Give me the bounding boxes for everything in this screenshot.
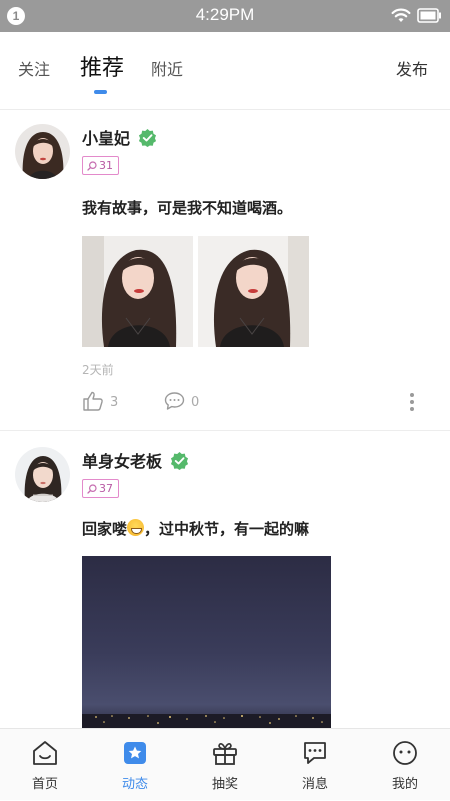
- star-square-icon: [124, 742, 146, 764]
- chat-bubble-icon: [304, 742, 326, 764]
- wifi-icon: [391, 8, 411, 22]
- profile-face-icon: [393, 741, 417, 765]
- home-icon: [33, 741, 57, 765]
- badge-value: 31: [99, 159, 113, 172]
- gift-icon: [213, 743, 237, 765]
- thumbs-up-icon[interactable]: [82, 390, 104, 412]
- feed-list[interactable]: 小皇妃 31 我有故事，可是我不知道喝酒。 2天前 3 0 单身女老板 37 回…: [0, 110, 450, 728]
- avatar[interactable]: [15, 124, 70, 179]
- status-time: 4:29PM: [195, 5, 255, 24]
- tab-label: 动态: [121, 777, 148, 792]
- feed-post[interactable]: 小皇妃 31 我有故事，可是我不知道喝酒。 2天前 3 0: [0, 110, 450, 431]
- status-bar: 1 4:29PM: [0, 0, 450, 32]
- tab-label: 消息: [301, 777, 328, 792]
- active-tab-indicator: [94, 90, 107, 94]
- tab-follow[interactable]: 关注: [18, 56, 50, 80]
- post-text: 回家喽 ，过中秋节，有一起的嘛: [82, 518, 309, 539]
- tab-nearby[interactable]: 附近: [151, 56, 183, 80]
- verified-icon: [170, 451, 189, 470]
- comment-icon[interactable]: [164, 391, 185, 411]
- level-badge: 37: [82, 479, 119, 498]
- verified-icon: [138, 128, 157, 147]
- tab-home[interactable]: 首页: [0, 729, 90, 801]
- level-badge: 31: [82, 156, 119, 175]
- tab-label: 首页: [31, 777, 58, 792]
- tab-feed[interactable]: 动态: [90, 729, 180, 801]
- feed-post[interactable]: 单身女老板 37 回家喽 ，过中秋节，有一起的嘛: [0, 431, 450, 728]
- search-icon: [87, 483, 97, 494]
- post-actions: 3 0: [82, 390, 422, 414]
- tab-profile[interactable]: 我的: [360, 729, 450, 801]
- more-vertical-icon[interactable]: [409, 392, 415, 412]
- photo-grid: [82, 236, 309, 347]
- search-icon: [87, 160, 97, 171]
- like-count: 3: [110, 395, 119, 410]
- tab-messages[interactable]: 消息: [270, 729, 360, 801]
- tab-label: 抽奖: [211, 777, 238, 792]
- bottom-tab-bar: 首页 动态 抽奖 消息 我的: [0, 728, 450, 800]
- battery-icon: [417, 8, 441, 23]
- publish-button[interactable]: 发布: [396, 56, 428, 80]
- post-text: 我有故事，可是我不知道喝酒。: [82, 199, 293, 217]
- comment-count: 0: [191, 395, 200, 410]
- post-photo[interactable]: [198, 236, 309, 347]
- username[interactable]: 单身女老板: [82, 448, 162, 472]
- author-row: 小皇妃: [82, 125, 157, 149]
- post-text-part: 回家喽: [82, 520, 128, 538]
- top-navigation: 关注 推荐 附近 发布: [0, 32, 450, 110]
- avatar[interactable]: [15, 447, 70, 502]
- post-text-part: ，过中秋节，有一起的嘛: [144, 520, 310, 538]
- tab-label: 我的: [391, 777, 418, 792]
- author-row: 单身女老板: [82, 448, 189, 472]
- post-photo[interactable]: [82, 556, 331, 728]
- tab-recommend[interactable]: 推荐: [80, 50, 124, 82]
- post-timestamp: 2天前: [82, 363, 114, 377]
- username[interactable]: 小皇妃: [82, 125, 130, 149]
- badge-value: 37: [99, 482, 113, 495]
- grinning-emoji-icon: [127, 519, 145, 536]
- post-photo[interactable]: [82, 236, 193, 347]
- tab-lottery[interactable]: 抽奖: [180, 729, 270, 801]
